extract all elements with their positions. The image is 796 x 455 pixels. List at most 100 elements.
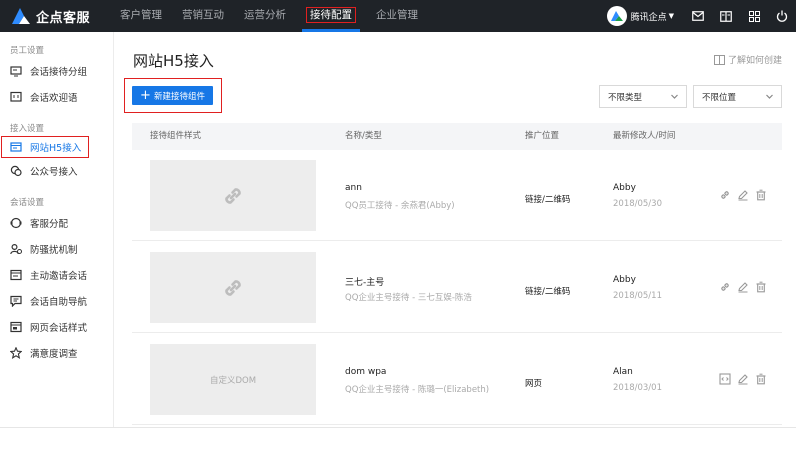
invite-icon — [10, 269, 22, 281]
widget-name: 三七-主号 — [345, 278, 385, 288]
row-actions — [716, 188, 770, 202]
new-reception-widget-button[interactable]: + 新建接待组件 — [132, 86, 213, 105]
sidebar-item-wechat-account[interactable]: 公众号接入 — [0, 158, 113, 184]
learn-how-link-label: 了解如何创建 — [727, 56, 782, 66]
link-icon — [225, 279, 241, 296]
sidebar-group-title: 员工设置 — [10, 46, 45, 56]
sidebar-item-reception-groups[interactable]: 会话接待分组 — [0, 58, 113, 84]
widget-preview-thumbnail[interactable] — [150, 252, 316, 323]
brand[interactable]: 企点客服 — [0, 7, 110, 26]
modifier-name: Abby — [613, 183, 636, 193]
learn-how-link[interactable]: 了解如何创建 — [713, 53, 782, 66]
anti-harassment-icon — [10, 243, 22, 255]
sidebar-item-satisfaction-survey[interactable]: 满意度调查 — [0, 340, 113, 366]
edit-icon[interactable] — [734, 280, 752, 294]
promotion-channel: 链接/二维码 — [525, 287, 571, 297]
new-button-highlight: + 新建接待组件 — [124, 78, 222, 113]
sidebar-item-label: 会话欢迎语 — [30, 93, 78, 104]
nav-item-label: 接待配置 — [306, 7, 356, 23]
wechat-icon — [10, 165, 22, 177]
sidebar-item-welcome-message[interactable]: 会话欢迎语 — [0, 84, 113, 110]
tenant-name: 腾讯企点 — [630, 12, 667, 23]
top-right-tools: 腾讯企点 ▼ — [606, 0, 796, 32]
chevron-down-icon — [766, 94, 773, 99]
sidebar-item-label: 客服分配 — [30, 219, 69, 230]
table-header: 接待组件样式 名称/类型 推广位置 最新修改人/时间 — [132, 123, 782, 150]
sidebar-item-website-h5[interactable]: 网站H5接入 — [1, 136, 89, 158]
web-style-icon — [10, 321, 22, 333]
modified-time: 2018/03/01 — [613, 383, 662, 393]
thumbnail-label: 自定义DOM — [209, 375, 257, 386]
nav-item-marketing[interactable]: 营销互动 — [172, 0, 234, 32]
sidebar-item-proactive-invite[interactable]: 主动邀请会话 — [0, 262, 113, 288]
nav-item-customer-management[interactable]: 客户管理 — [110, 0, 172, 32]
nav-item-label: 客户管理 — [120, 9, 162, 21]
promotion-channel: 链接/二维码 — [525, 195, 571, 205]
sidebar-item-web-chat-style[interactable]: 网页会话样式 — [0, 314, 113, 340]
brand-logo-icon — [12, 8, 30, 24]
nav-item-label: 运营分析 — [244, 9, 286, 21]
edit-icon[interactable] — [734, 188, 752, 202]
sidebar-item-label: 网站H5接入 — [30, 143, 82, 154]
widget-type: QQ员工接待 - 余燕君(Abby) — [345, 201, 455, 211]
sidebar-item-label: 公众号接入 — [30, 167, 78, 178]
chevron-down-icon: ▼ — [668, 12, 674, 20]
widget-type: QQ企业主号接待 - 陈璐一(Elizabeth) — [345, 385, 490, 395]
logout-icon[interactable] — [768, 0, 796, 32]
link-icon — [225, 187, 241, 204]
sidebar-item-label: 会话自助导航 — [30, 297, 88, 308]
page-title: 网站H5接入 — [133, 52, 214, 70]
distribution-icon — [10, 217, 22, 229]
table-row: 三七-主号 QQ企业主号接待 - 三七互娱-陈浩 链接/二维码 Abby 201… — [132, 242, 782, 333]
type-filter-select[interactable]: 不限类型 — [599, 85, 687, 108]
promotion-channel: 网页 — [525, 379, 543, 389]
sidebar-item-distribution[interactable]: 客服分配 — [0, 210, 113, 236]
plus-icon: + — [140, 87, 151, 103]
code-icon[interactable] — [716, 372, 734, 386]
sidebar-item-anti-harassment[interactable]: 防骚扰机制 — [0, 236, 113, 262]
sidebar-item-label: 主动邀请会话 — [30, 271, 88, 282]
edit-icon[interactable] — [734, 372, 752, 386]
modified-time: 2018/05/11 — [613, 291, 662, 301]
position-filter-select[interactable]: 不限位置 — [693, 85, 782, 108]
column-header-modifier: 最新修改人/时间 — [613, 131, 676, 141]
widget-preview-thumbnail[interactable] — [150, 160, 316, 231]
top-navigation-bar: 企点客服 客户管理 营销互动 运营分析 接待配置 企业管理 腾讯企点 ▼ — [0, 0, 796, 32]
modified-time: 2018/05/30 — [613, 199, 662, 209]
delete-icon[interactable] — [752, 280, 770, 294]
mail-icon[interactable] — [684, 0, 712, 32]
sidebar-item-label: 满意度调查 — [30, 349, 78, 360]
nav-item-enterprise-management[interactable]: 企业管理 — [366, 0, 428, 32]
sidebar-item-self-navigation[interactable]: 会话自助导航 — [0, 288, 113, 314]
table-row: ann QQ员工接待 - 余燕君(Abby) 链接/二维码 Abby 2018/… — [132, 150, 782, 241]
self-navigation-icon — [10, 295, 22, 307]
page-bottom-divider — [0, 427, 796, 428]
tenant-avatar — [606, 6, 627, 26]
main-content: 网站H5接入 了解如何创建 + 新建接待组件 不限类型 不限位置 接待组件样式 … — [115, 32, 796, 427]
brand-name: 企点客服 — [36, 10, 91, 26]
book-icon[interactable] — [712, 0, 740, 32]
nav-item-reception-config[interactable]: 接待配置 — [296, 0, 366, 32]
table-row: 自定义DOM dom wpa QQ企业主号接待 - 陈璐一(Elizabeth)… — [132, 334, 782, 425]
satisfaction-icon — [10, 347, 22, 359]
widget-preview-thumbnail[interactable]: 自定义DOM — [150, 344, 316, 415]
modifier-name: Abby — [613, 275, 636, 285]
sidebar-item-label: 防骚扰机制 — [30, 245, 78, 256]
copy-link-icon[interactable] — [716, 188, 734, 202]
new-button-label: 新建接待组件 — [153, 91, 205, 102]
main-nav: 客户管理 营销互动 运营分析 接待配置 企业管理 — [110, 0, 428, 32]
team-list-icon — [10, 66, 22, 77]
nav-item-operation-analysis[interactable]: 运营分析 — [234, 0, 296, 32]
website-icon — [10, 142, 22, 152]
tenant-switcher[interactable]: 腾讯企点 ▼ — [606, 6, 674, 26]
position-filter-value: 不限位置 — [702, 92, 737, 103]
chevron-down-icon — [671, 94, 678, 99]
sidebar: 员工设置 会话接待分组 会话欢迎语 接入设置 网站H5接入 公众号接入 会话设置… — [0, 32, 114, 427]
copy-link-icon[interactable] — [716, 280, 734, 294]
row-actions — [716, 372, 770, 386]
sidebar-group-title: 接入设置 — [10, 124, 45, 134]
widget-type: QQ企业主号接待 - 三七互娱-陈浩 — [345, 293, 472, 303]
delete-icon[interactable] — [752, 372, 770, 386]
apps-grid-icon[interactable] — [740, 0, 768, 32]
delete-icon[interactable] — [752, 188, 770, 202]
